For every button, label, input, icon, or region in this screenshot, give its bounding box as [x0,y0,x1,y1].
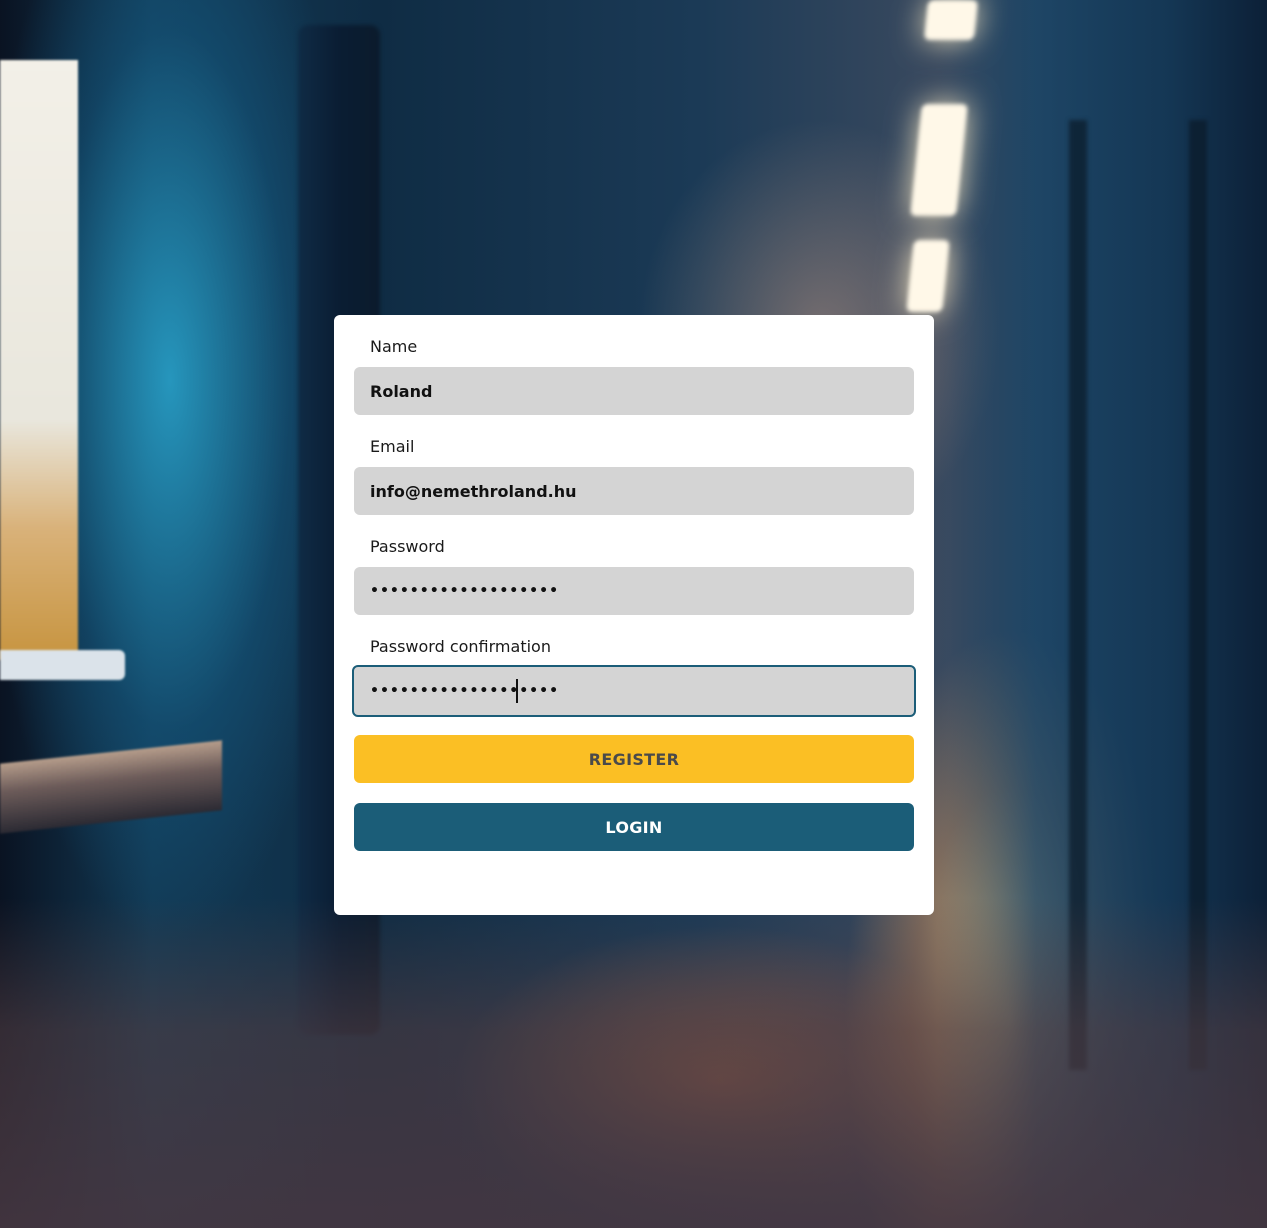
register-button[interactable]: REGISTER [354,735,914,783]
background-bench [0,740,222,834]
password-confirmation-label: Password confirmation [370,637,551,656]
name-input[interactable] [354,367,914,415]
background-floor [0,898,1267,1228]
text-cursor [516,679,518,703]
login-button[interactable]: LOGIN [354,803,914,851]
background-window [0,60,78,660]
password-input[interactable] [354,567,914,615]
name-label: Name [370,337,418,356]
ceiling-light [906,240,950,312]
background-ledge [0,650,125,680]
email-input[interactable] [354,467,914,515]
register-form: Name Email Password Password confirmatio… [334,315,934,915]
ceiling-light [923,0,979,40]
password-label: Password [370,537,445,556]
password-confirmation-input[interactable] [352,665,916,717]
email-label: Email [370,437,415,456]
